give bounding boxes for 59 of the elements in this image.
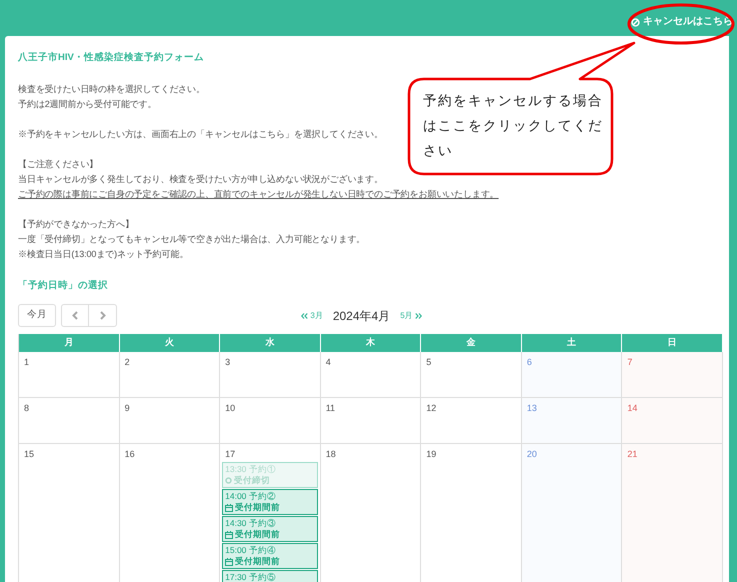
calendar-title: 2024年4月: [332, 308, 390, 324]
weekday-header: 日: [622, 334, 723, 352]
notice-text: 検査を受けたい日時の枠を選択してください。: [18, 83, 205, 96]
circle-icon: [225, 477, 232, 484]
day-number: 7: [626, 357, 632, 368]
cancel-link[interactable]: キャンセルはこちら: [631, 16, 733, 28]
calendar-icon: [225, 504, 234, 512]
day-number: 21: [626, 449, 638, 460]
weekday-header: 月: [19, 334, 120, 352]
next-month-link[interactable]: 5月: [400, 310, 422, 322]
time-slot[interactable]: 14:30 予約③ 受付期間前: [222, 516, 318, 542]
day-number: 2: [124, 357, 130, 368]
double-chevron-right-icon: [414, 312, 422, 318]
weekday-header: 金: [421, 334, 522, 352]
notice-text: 当日キャンセルが多く発生しており、検査を受けたい方が申し込めない状況がございます。: [18, 173, 383, 186]
day-number: 11: [324, 403, 336, 414]
time-slot[interactable]: 13:30 予約① 受付締切: [222, 462, 318, 488]
callout-text: 予約をキャンセルする場合はここをクリックしてください: [423, 92, 603, 160]
day-number: 8: [23, 403, 30, 414]
double-chevron-left-icon: [301, 312, 308, 318]
day-number: 6: [526, 357, 532, 368]
weekday-header: 火: [120, 334, 220, 352]
time-slot[interactable]: 14:00 予約② 受付期間前: [222, 489, 318, 515]
notice-text: ご予約の際は事前にご自身の予定をご確認の上、直前でのキャンセルが発生しない日時でのご予約をお願いいたします。: [18, 188, 499, 201]
day-number: 17: [224, 449, 236, 460]
day-number: 1: [23, 357, 30, 368]
section-title: 「予約日時」の選択: [18, 280, 109, 292]
today-button[interactable]: 今月: [18, 304, 56, 327]
weekday-header: 水: [220, 334, 321, 352]
day-number: 20: [526, 449, 537, 460]
day-number: 19: [425, 449, 436, 460]
form-title: 八王子市HIV・性感染症検査予約フォーム: [18, 52, 205, 64]
day-number: 5: [425, 357, 432, 368]
day-number: 18: [324, 449, 336, 460]
day-number: 4: [324, 357, 331, 368]
day-number: 13: [526, 403, 537, 414]
notice-text: 予約は2週間前から受付可能です。: [18, 98, 156, 111]
day-number: 3: [224, 357, 230, 368]
notice-text: 一度「受付締切」となってもキャンセル等で空きが出た場合は、入力可能となります。: [18, 233, 366, 246]
day-number: 14: [626, 403, 638, 414]
notice-text: ※検査日当日(13:00まで)ネット予約可能。: [18, 248, 188, 261]
day-number: 9: [124, 403, 130, 414]
weekday-header: 木: [320, 334, 422, 352]
previous-month-link[interactable]: 3月: [301, 310, 323, 322]
chevron-right-icon: [100, 311, 106, 320]
notice-text: 【予約ができなかった方へ】: [18, 218, 134, 231]
notice-text: ※予約をキャンセルしたい方は、画面右上の「キャンセルはこちら」を選択してください。: [18, 128, 383, 141]
calendar-icon: [225, 530, 234, 538]
chevron-left-icon: [72, 311, 78, 320]
notice-text: 【ご注意ください】: [18, 158, 98, 171]
day-number: 10: [224, 403, 236, 414]
weekday-header: 土: [522, 334, 622, 352]
prohibited-icon: [631, 18, 640, 26]
day-number: 16: [124, 449, 135, 460]
time-slot[interactable]: 15:00 予約④ 受付期間前: [222, 543, 318, 569]
day-number: 12: [425, 403, 436, 414]
time-slot[interactable]: 17:30 予約⑤: [222, 570, 318, 582]
calendar-icon: [225, 558, 234, 566]
day-number: 15: [23, 449, 34, 460]
